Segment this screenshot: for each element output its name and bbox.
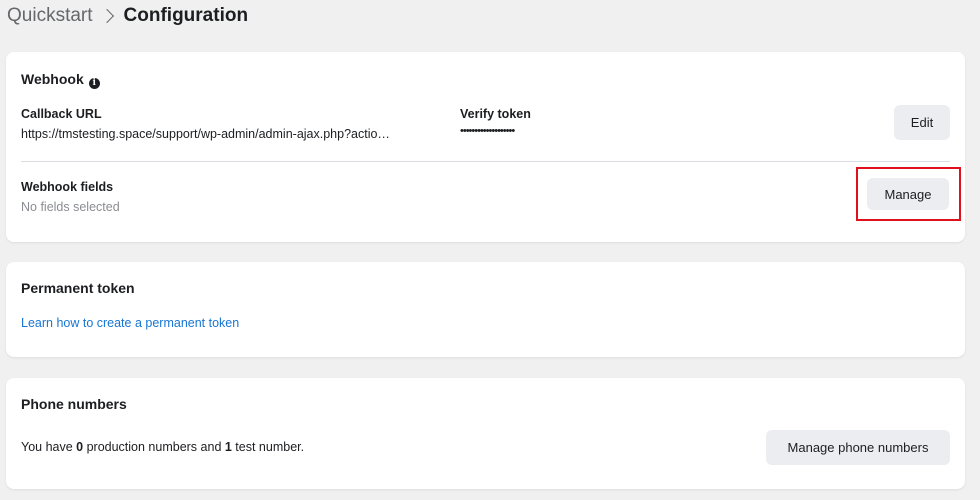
webhook-card: Webhook i Callback URL https://tmstesting…: [6, 52, 965, 242]
permanent-token-link[interactable]: Learn how to create a permanent token: [21, 316, 239, 330]
webhook-title-text: Webhook: [21, 71, 84, 87]
verify-token-label: Verify token: [460, 107, 531, 121]
phone-numbers-summary: You have 0 production numbers and 1 test…: [21, 440, 304, 454]
webhook-fields-value: No fields selected: [21, 200, 120, 214]
summary-prefix: You have: [21, 440, 77, 454]
manage-phone-numbers-button[interactable]: Manage phone numbers: [766, 430, 950, 465]
highlight-box: [856, 167, 961, 221]
phone-numbers-card: Phone numbers You have 0 production numb…: [6, 378, 965, 489]
permanent-token-title: Permanent token: [21, 280, 135, 296]
edit-button[interactable]: Edit: [894, 105, 950, 140]
summary-middle: production numbers and: [83, 440, 225, 454]
summary-suffix: test number.: [231, 440, 305, 454]
divider: [21, 161, 950, 162]
verify-token-value: •••••••••••••••••••: [460, 125, 515, 137]
breadcrumb-quickstart[interactable]: Quickstart: [7, 5, 93, 27]
webhook-title: Webhook i: [21, 71, 100, 89]
info-icon[interactable]: i: [88, 77, 100, 89]
test-count: 1: [224, 440, 232, 454]
phone-numbers-title: Phone numbers: [21, 396, 127, 412]
breadcrumb: Quickstart Configuration: [7, 4, 248, 28]
webhook-fields-label: Webhook fields: [21, 180, 114, 194]
callback-url-label: Callback URL: [21, 107, 102, 121]
callback-url-value: https://tmstesting.space/support/wp-admi…: [21, 127, 390, 141]
chevron-right-icon: [99, 8, 114, 24]
page-title: Configuration: [123, 5, 249, 26]
permanent-token-card: Permanent token Learn how to create a pe…: [6, 262, 965, 357]
